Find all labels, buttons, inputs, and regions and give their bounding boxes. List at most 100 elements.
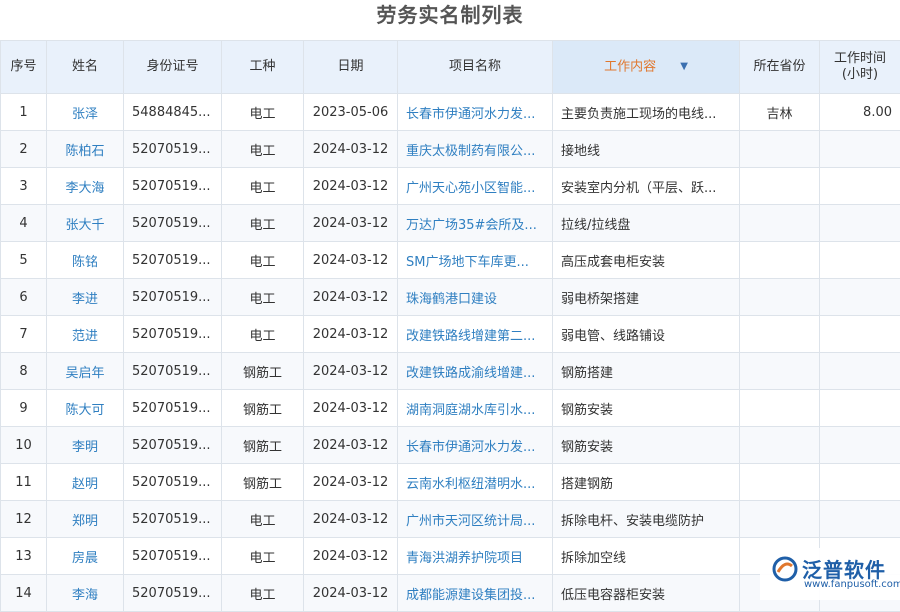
- header-province: 所在省份: [740, 41, 820, 94]
- row-date: 2024-03-12: [304, 242, 398, 279]
- row-trade: 电工: [222, 575, 304, 612]
- row-province: [740, 131, 820, 168]
- row-work-content: 接地线: [553, 131, 740, 168]
- row-index: 8: [1, 353, 47, 390]
- row-project[interactable]: 广州市天河区统计局...: [398, 501, 553, 538]
- row-project[interactable]: 广州天心苑小区智能...: [398, 168, 553, 205]
- row-name[interactable]: 李大海: [47, 168, 124, 205]
- header-hours: 工作时间 (小时): [820, 41, 900, 94]
- row-name[interactable]: 李明: [47, 427, 124, 464]
- row-name[interactable]: 陈柏石: [47, 131, 124, 168]
- row-province: [740, 353, 820, 390]
- row-name[interactable]: 吴启年: [47, 353, 124, 390]
- row-date: 2024-03-12: [304, 575, 398, 612]
- row-id-number: 52070519...: [124, 316, 222, 353]
- row-trade: 电工: [222, 168, 304, 205]
- table-row[interactable]: 12郑明52070519...电工2024-03-12广州市天河区统计局...拆…: [1, 501, 900, 538]
- row-province: [740, 205, 820, 242]
- row-id-number: 52070519...: [124, 501, 222, 538]
- row-province: 吉林: [740, 94, 820, 131]
- row-trade: 电工: [222, 316, 304, 353]
- row-project[interactable]: 长春市伊通河水力发...: [398, 427, 553, 464]
- row-date: 2024-03-12: [304, 353, 398, 390]
- row-province: [740, 427, 820, 464]
- header-work-content[interactable]: 工作内容 ▼: [553, 41, 740, 94]
- row-project[interactable]: 青海洪湖养护院项目: [398, 538, 553, 575]
- row-date: 2024-03-12: [304, 316, 398, 353]
- row-trade: 钢筋工: [222, 390, 304, 427]
- row-name[interactable]: 郑明: [47, 501, 124, 538]
- row-project[interactable]: 重庆太极制药有限公...: [398, 131, 553, 168]
- row-project[interactable]: 云南水利枢纽潜明水...: [398, 464, 553, 501]
- table-row[interactable]: 5陈铭52070519...电工2024-03-12SM广场地下车库更...高压…: [1, 242, 900, 279]
- table-header-row: 序号 姓名 身份证号 工种 日期 项目名称 工作内容 ▼ 所在省份 工作时间 (…: [1, 41, 900, 94]
- row-id-number: 52070519...: [124, 168, 222, 205]
- row-name[interactable]: 范进: [47, 316, 124, 353]
- header-project: 项目名称: [398, 41, 553, 94]
- brand-logo-icon: [772, 556, 798, 582]
- table-row[interactable]: 4张大千52070519...电工2024-03-12万达广场35#会所及...…: [1, 205, 900, 242]
- row-hours: [820, 501, 900, 538]
- table-row[interactable]: 11赵明52070519...钢筋工2024-03-12云南水利枢纽潜明水...…: [1, 464, 900, 501]
- row-name[interactable]: 陈铭: [47, 242, 124, 279]
- row-work-content: 搭建钢筋: [553, 464, 740, 501]
- header-name: 姓名: [47, 41, 124, 94]
- header-index: 序号: [1, 41, 47, 94]
- brand-logo: 泛普软件 www.fanpusoft.com: [760, 548, 900, 600]
- caret-down-icon[interactable]: ▼: [680, 59, 688, 75]
- row-project[interactable]: 万达广场35#会所及...: [398, 205, 553, 242]
- table-row[interactable]: 7范进52070519...电工2024-03-12改建铁路线增建第二...弱电…: [1, 316, 900, 353]
- row-hours: [820, 353, 900, 390]
- table-row[interactable]: 9陈大可52070519...钢筋工2024-03-12湖南洞庭湖水库引水...…: [1, 390, 900, 427]
- row-name[interactable]: 张大千: [47, 205, 124, 242]
- table-row[interactable]: 10李明52070519...钢筋工2024-03-12长春市伊通河水力发...…: [1, 427, 900, 464]
- row-province: [740, 464, 820, 501]
- row-hours: [820, 464, 900, 501]
- row-work-content: 弱电桥架搭建: [553, 279, 740, 316]
- row-work-content: 钢筋安装: [553, 390, 740, 427]
- row-province: [740, 279, 820, 316]
- row-date: 2024-03-12: [304, 538, 398, 575]
- row-index: 9: [1, 390, 47, 427]
- row-province: [740, 316, 820, 353]
- header-id-number: 身份证号: [124, 41, 222, 94]
- row-name[interactable]: 赵明: [47, 464, 124, 501]
- row-id-number: 52070519...: [124, 131, 222, 168]
- row-province: [740, 168, 820, 205]
- table-row[interactable]: 1张泽54884845...电工2023-05-06长春市伊通河水力发...主要…: [1, 94, 900, 131]
- row-name[interactable]: 房晨: [47, 538, 124, 575]
- header-hours-line1: 工作时间: [834, 51, 886, 66]
- row-project[interactable]: 珠海鹤港口建设: [398, 279, 553, 316]
- row-project[interactable]: 长春市伊通河水力发...: [398, 94, 553, 131]
- row-name[interactable]: 张泽: [47, 94, 124, 131]
- header-work-content-label: 工作内容: [604, 59, 656, 74]
- row-project[interactable]: 改建铁路线增建第二...: [398, 316, 553, 353]
- row-project[interactable]: SM广场地下车库更...: [398, 242, 553, 279]
- row-work-content: 钢筋安装: [553, 427, 740, 464]
- row-project[interactable]: 改建铁路成渝线增建...: [398, 353, 553, 390]
- header-hours-line2: (小时): [842, 67, 878, 82]
- row-hours: [820, 242, 900, 279]
- row-name[interactable]: 陈大可: [47, 390, 124, 427]
- row-date: 2024-03-12: [304, 501, 398, 538]
- row-project[interactable]: 湖南洞庭湖水库引水...: [398, 390, 553, 427]
- table-row[interactable]: 2陈柏石52070519...电工2024-03-12重庆太极制药有限公...接…: [1, 131, 900, 168]
- row-trade: 电工: [222, 538, 304, 575]
- row-work-content: 安装室内分机（平层、跃...: [553, 168, 740, 205]
- row-index: 12: [1, 501, 47, 538]
- row-project[interactable]: 成都能源建设集团投...: [398, 575, 553, 612]
- row-work-content: 高压成套电柜安装: [553, 242, 740, 279]
- row-trade: 钢筋工: [222, 464, 304, 501]
- row-id-number: 52070519...: [124, 464, 222, 501]
- table-row[interactable]: 8吴启年52070519...钢筋工2024-03-12改建铁路成渝线增建...…: [1, 353, 900, 390]
- table-row[interactable]: 6李进52070519...电工2024-03-12珠海鹤港口建设弱电桥架搭建: [1, 279, 900, 316]
- row-hours: [820, 316, 900, 353]
- row-name[interactable]: 李进: [47, 279, 124, 316]
- row-index: 7: [1, 316, 47, 353]
- table-row[interactable]: 3李大海52070519...电工2024-03-12广州天心苑小区智能...安…: [1, 168, 900, 205]
- row-name[interactable]: 李海: [47, 575, 124, 612]
- row-trade: 电工: [222, 205, 304, 242]
- row-work-content: 弱电管、线路铺设: [553, 316, 740, 353]
- row-id-number: 52070519...: [124, 575, 222, 612]
- row-id-number: 52070519...: [124, 427, 222, 464]
